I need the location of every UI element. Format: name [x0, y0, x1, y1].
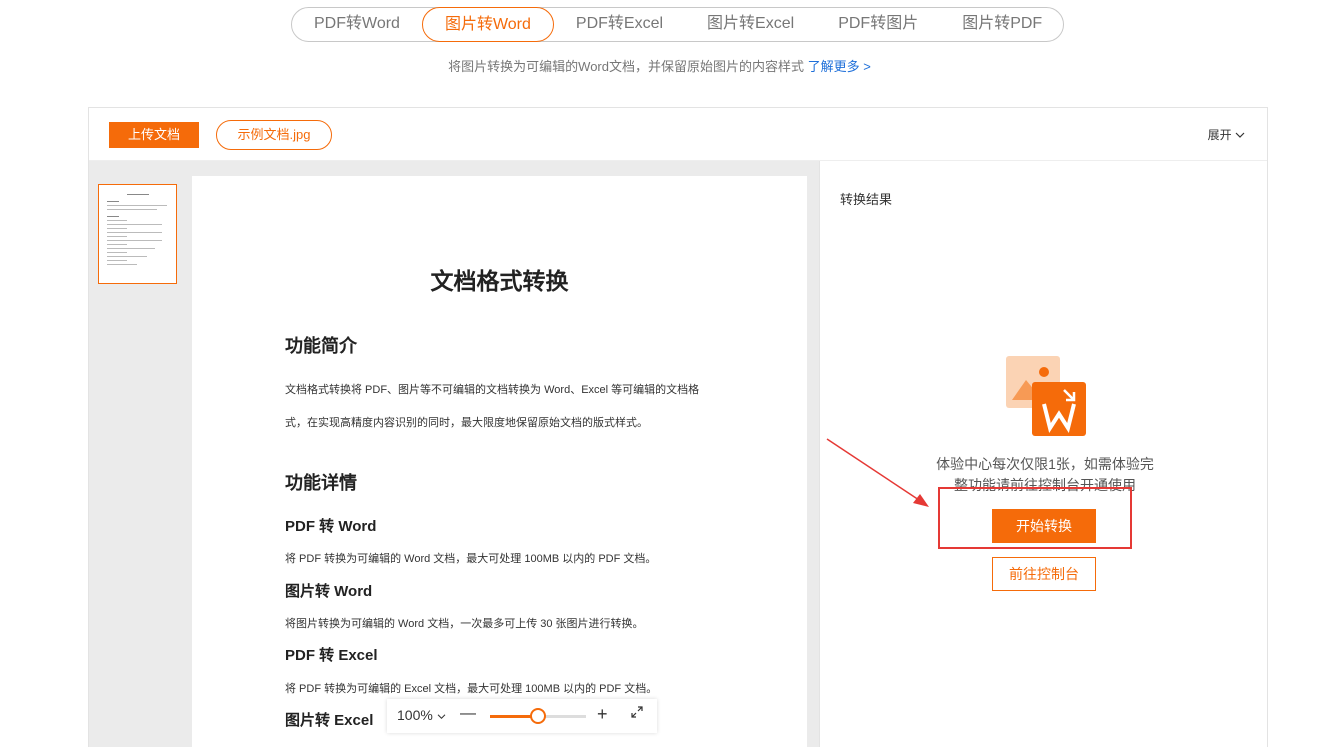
tab-pdf-to-image[interactable]: PDF转图片 [816, 7, 940, 42]
feature-description: 将图片转换为可编辑的Word文档，并保留原始图片的内容样式 了解更多 > [0, 56, 1319, 75]
chevron-down-icon [1235, 128, 1245, 142]
tab-pdf-to-word[interactable]: PDF转Word [292, 7, 422, 42]
panel-toolbar: 上传文档 示例文档.jpg 展开 [89, 108, 1267, 161]
expand-toggle[interactable]: 展开 [1208, 126, 1245, 143]
section-text: 将图片转换为可编辑的 Word 文档，一次最多可上传 30 张图片进行转换。 [285, 618, 644, 630]
zoom-slider-handle[interactable] [530, 708, 546, 724]
section-title: PDF 转 Excel [285, 647, 378, 664]
preview-area: 文档格式转换 功能简介 文档格式转换将 PDF、图片等不可编辑的文档转换为 Wo… [89, 161, 819, 747]
section-text: 将 PDF 转换为可编辑的 Excel 文档，最大可处理 100MB 以内的 P… [285, 683, 658, 695]
tab-image-to-excel[interactable]: 图片转Excel [685, 7, 816, 42]
tab-pdf-to-excel[interactable]: PDF转Excel [554, 7, 685, 42]
tab-image-to-pdf[interactable]: 图片转PDF [940, 7, 1064, 42]
page-thumbnail[interactable] [98, 184, 177, 284]
intro-line-1: 文档格式转换将 PDF、图片等不可编辑的文档转换为 Word、Excel 等可编… [285, 384, 700, 396]
go-to-console-button[interactable]: 前往控制台 [992, 557, 1096, 591]
zoom-in-button[interactable]: + [597, 704, 608, 725]
section-text: 将 PDF 转换为可编辑的 Word 文档，最大可处理 100MB 以内的 PD… [285, 553, 657, 565]
conversion-tabs: PDF转Word 图片转Word PDF转Excel 图片转Excel PDF转… [291, 6, 1064, 42]
zoom-slider[interactable] [490, 708, 586, 724]
section-title: 图片转 Word [285, 583, 373, 600]
converter-panel: 上传文档 示例文档.jpg 展开 文档格式转换 功能简介 文档格式转换将 PDF… [88, 107, 1268, 747]
fullscreen-icon[interactable] [631, 706, 643, 721]
document-title: 文档格式转换 [430, 268, 569, 294]
section-title: PDF 转 Word [285, 518, 377, 535]
zoom-toolbar: 100% — + [387, 699, 657, 733]
expand-label: 展开 [1207, 128, 1232, 142]
chevron-down-icon [437, 707, 446, 723]
tab-image-to-word[interactable]: 图片转Word [421, 6, 554, 42]
intro-line-2: 式，在实现高精度内容识别的同时，最大限度地保留原始文档的版式样式。 [285, 417, 648, 429]
section-title: 图片转 Excel [285, 712, 374, 729]
result-label: 转换结果 [840, 192, 893, 207]
limit-line-1: 体验中心每次仅限1张，如需体验完 [936, 456, 1154, 472]
document-page: 文档格式转换 功能简介 文档格式转换将 PDF、图片等不可编辑的文档转换为 Wo… [192, 176, 807, 747]
zoom-value: 100% [397, 707, 433, 723]
image-to-word-icon [1004, 354, 1088, 438]
details-heading: 功能详情 [285, 473, 357, 493]
zoom-select[interactable]: 100% [397, 707, 446, 723]
intro-heading: 功能简介 [285, 336, 357, 356]
description-text: 将图片转换为可编辑的Word文档，并保留原始图片的内容样式 [448, 59, 808, 74]
result-area: 转换结果 体验中心每次仅限1张，如需体验完 整功能请前往控制台开通使用 开始转换… [819, 161, 1267, 747]
annotation-highlight-box [938, 487, 1132, 549]
upload-document-button[interactable]: 上传文档 [109, 122, 199, 148]
learn-more-link[interactable]: 了解更多 > [808, 59, 871, 74]
zoom-out-button[interactable]: — [460, 705, 476, 723]
sample-document-button[interactable]: 示例文档.jpg [216, 120, 332, 150]
